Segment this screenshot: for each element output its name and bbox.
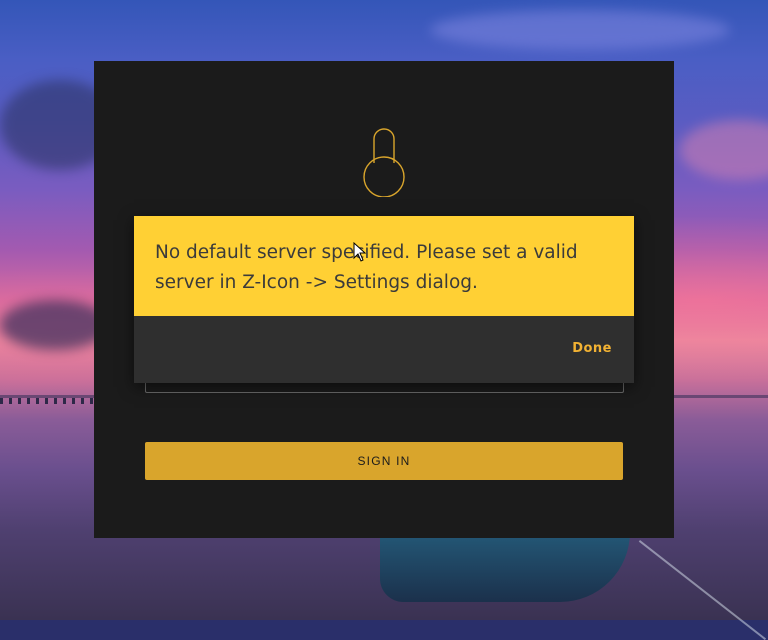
- cloud: [680, 120, 768, 180]
- lock-icon: [363, 128, 405, 197]
- pier: [0, 398, 95, 404]
- alert-footer: Done: [134, 316, 634, 383]
- rope: [638, 540, 767, 640]
- done-button[interactable]: Done: [572, 341, 612, 356]
- alert-message: No default server specified. Please set …: [155, 242, 578, 293]
- boat: [380, 532, 630, 602]
- alert-dialog: No default server specified. Please set …: [134, 216, 634, 383]
- cloud: [430, 10, 730, 50]
- sign-in-button[interactable]: SIGN IN: [145, 442, 623, 480]
- mouse-cursor-icon: [353, 242, 367, 262]
- alert-body: No default server specified. Please set …: [134, 216, 634, 316]
